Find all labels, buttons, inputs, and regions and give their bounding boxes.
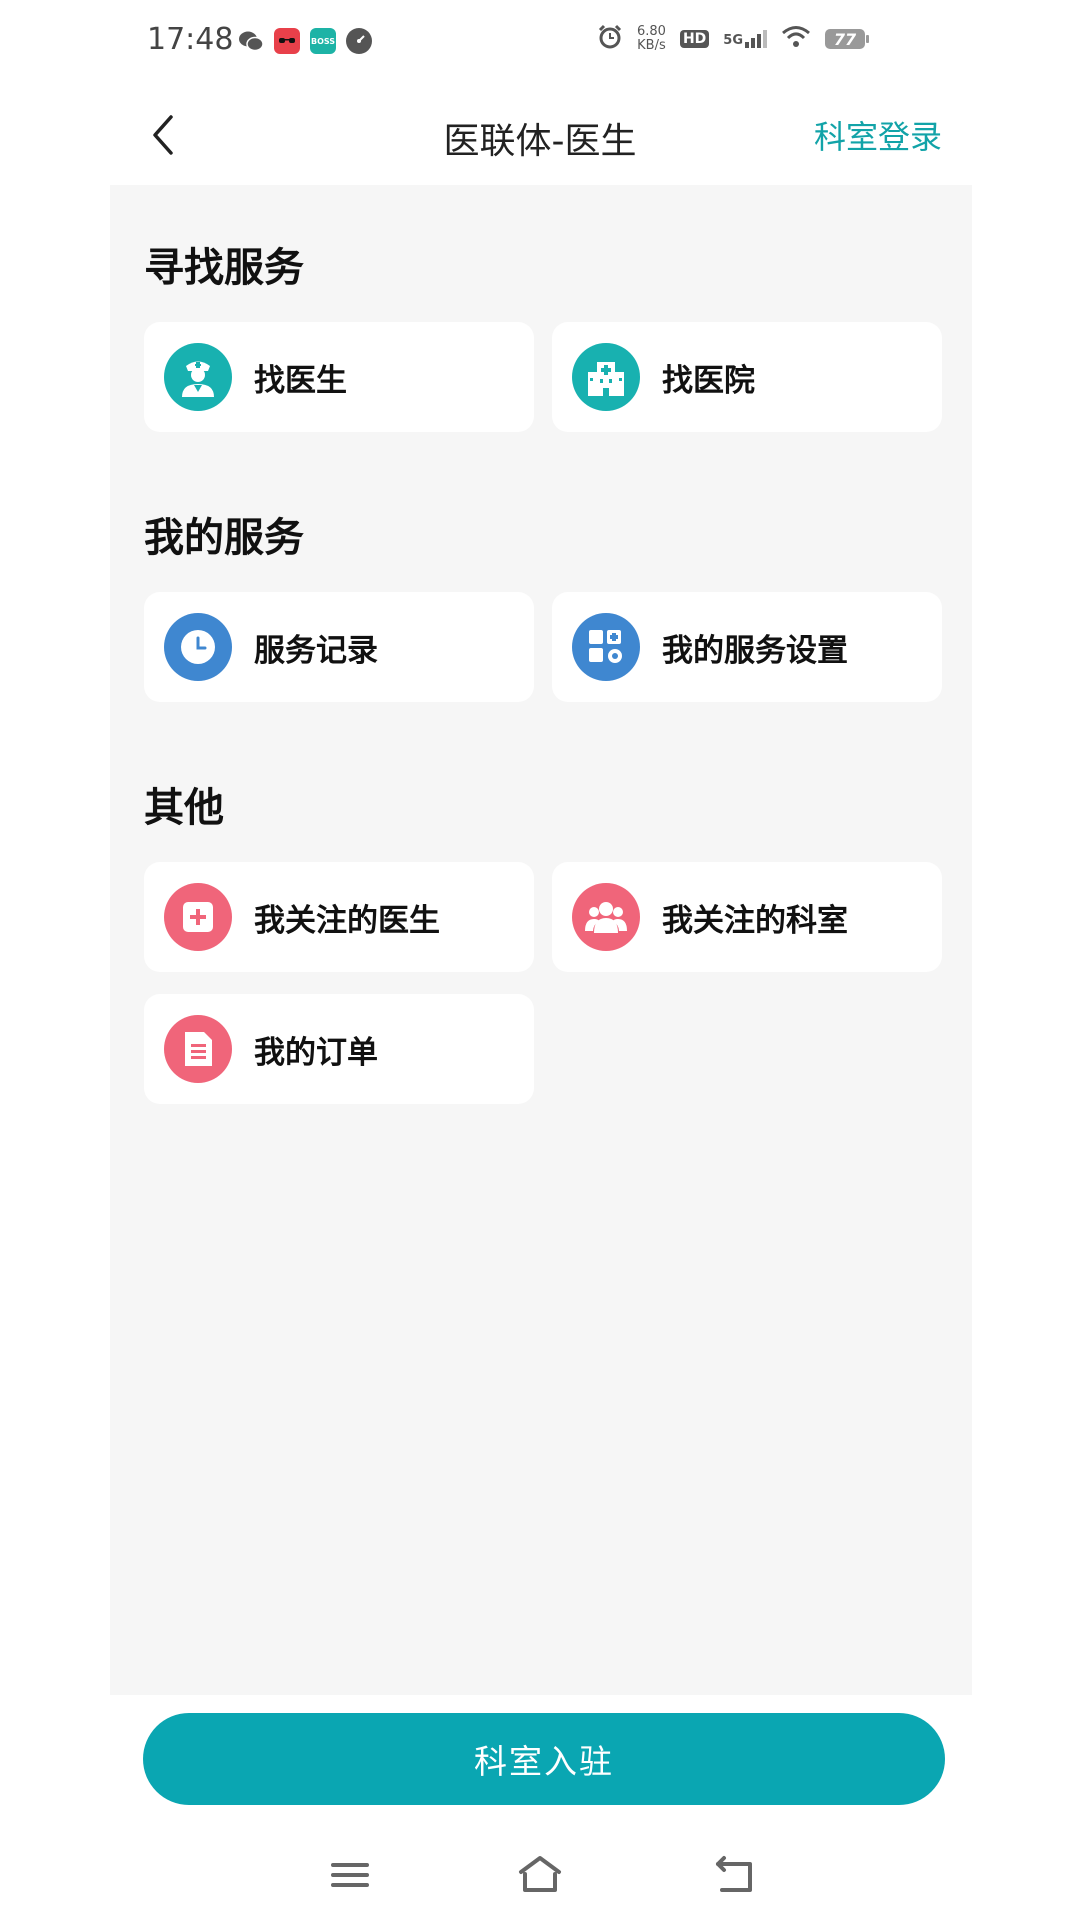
status-time: 17:48 bbox=[147, 22, 234, 57]
service-record-card[interactable]: 服务记录 bbox=[144, 592, 534, 702]
network-label: 5G bbox=[723, 33, 743, 48]
status-right: 6.80 KB/s HD 5G 77 bbox=[597, 24, 869, 54]
my-orders-card[interactable]: 我的订单 bbox=[144, 994, 534, 1104]
wifi-icon bbox=[781, 25, 811, 53]
department-join-button[interactable]: 科室入驻 bbox=[143, 1713, 945, 1805]
clock-icon bbox=[164, 613, 232, 681]
hospital-icon bbox=[572, 343, 640, 411]
followed-doctors-label: 我关注的医生 bbox=[254, 903, 440, 939]
document-icon bbox=[164, 1015, 232, 1083]
medical-plus-icon bbox=[164, 883, 232, 951]
boss-app-text: BOSS bbox=[310, 36, 336, 46]
grid-settings-icon bbox=[572, 613, 640, 681]
signal-icon: 5G bbox=[723, 30, 767, 48]
battery-level: 77 bbox=[833, 29, 857, 49]
home-icon[interactable] bbox=[515, 1850, 565, 1900]
status-bar: 17:48 BOSS 6.80 KB/s HD 5G 77 bbox=[0, 0, 1080, 90]
red-app-icon bbox=[274, 28, 300, 54]
alarm-icon bbox=[597, 24, 623, 54]
find-hospital-label: 找医院 bbox=[662, 363, 755, 399]
gauge-app-icon bbox=[346, 28, 372, 54]
doctor-icon bbox=[164, 343, 232, 411]
followed-doctors-card[interactable]: 我关注的医生 bbox=[144, 862, 534, 972]
boss-app-icon: BOSS bbox=[310, 28, 336, 54]
battery-icon: 77 bbox=[825, 29, 869, 49]
menu-icon[interactable] bbox=[325, 1850, 375, 1900]
navigation-bar bbox=[0, 1840, 1080, 1920]
my-orders-label: 我的订单 bbox=[254, 1035, 378, 1071]
section-title-other: 其他 bbox=[144, 785, 224, 831]
my-service-settings-card[interactable]: 我的服务设置 bbox=[552, 592, 942, 702]
notification-icons: BOSS bbox=[238, 28, 372, 54]
net-speed-value: 6.80 bbox=[636, 24, 666, 39]
wechat-icon bbox=[238, 28, 264, 54]
main-content: 寻找服务 找医生 找医院 我的服务 服务记录 我的服务设置 其他 我关注的医生 bbox=[110, 185, 972, 1695]
header: 医联体-医生 科室登录 bbox=[0, 90, 1080, 185]
section-title-my-service: 我的服务 bbox=[144, 515, 304, 561]
find-doctor-label: 找医生 bbox=[254, 363, 347, 399]
section-title-find-service: 寻找服务 bbox=[144, 245, 304, 291]
group-icon bbox=[572, 883, 640, 951]
followed-departments-label: 我关注的科室 bbox=[662, 903, 848, 939]
net-speed-unit: KB/s bbox=[637, 38, 666, 53]
service-record-label: 服务记录 bbox=[254, 633, 378, 669]
find-hospital-card[interactable]: 找医院 bbox=[552, 322, 942, 432]
hd-badge: HD bbox=[679, 30, 710, 48]
back-icon[interactable] bbox=[710, 1850, 760, 1900]
net-speed: 6.80 KB/s bbox=[637, 25, 666, 53]
dept-login-link[interactable]: 科室登录 bbox=[814, 112, 942, 158]
my-service-settings-label: 我的服务设置 bbox=[662, 633, 848, 669]
find-doctor-card[interactable]: 找医生 bbox=[144, 322, 534, 432]
followed-departments-card[interactable]: 我关注的科室 bbox=[552, 862, 942, 972]
